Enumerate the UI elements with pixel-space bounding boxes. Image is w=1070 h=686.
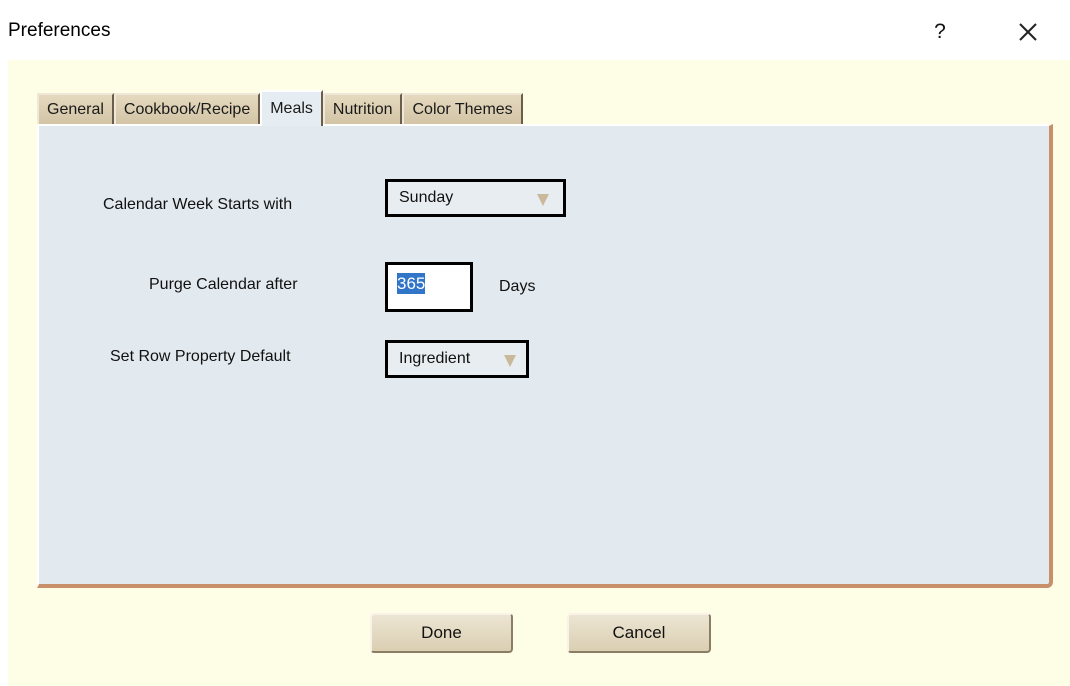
done-button[interactable]: Done <box>370 613 513 653</box>
row-property-label: Set Row Property Default <box>110 348 291 365</box>
purge-unit-label: Days <box>499 278 536 295</box>
tab-meals[interactable]: Meals <box>260 90 323 126</box>
week-start-dropdown[interactable]: Sunday <box>385 179 566 217</box>
week-start-label: Calendar Week Starts with <box>103 196 293 213</box>
tab-nutrition[interactable]: Nutrition <box>322 93 403 125</box>
purge-label: Purge Calendar after <box>149 276 298 293</box>
title-bar: Preferences ? <box>0 0 1070 60</box>
tab-color-themes[interactable]: Color Themes <box>402 93 523 125</box>
close-icon[interactable] <box>1010 14 1044 48</box>
cancel-button[interactable]: Cancel <box>567 613 711 653</box>
tab-cookbook-recipe[interactable]: Cookbook/Recipe <box>113 93 261 125</box>
meals-settings-panel: Calendar Week Starts with Sunday Purge C… <box>37 124 1053 588</box>
row-property-value: Ingredient <box>399 350 471 367</box>
row-property-dropdown[interactable]: Ingredient <box>385 340 529 378</box>
purge-days-value: 365 <box>397 273 426 294</box>
purge-days-input[interactable]: 365 <box>385 262 473 312</box>
tab-strip: General Cookbook/Recipe Meals Nutrition … <box>37 90 523 126</box>
dropdown-arrow-icon <box>504 355 516 367</box>
tab-general[interactable]: General <box>37 93 114 125</box>
window-title: Preferences <box>8 20 111 41</box>
help-button[interactable]: ? <box>928 16 952 48</box>
week-start-value: Sunday <box>399 189 454 206</box>
dropdown-arrow-icon <box>537 194 549 206</box>
